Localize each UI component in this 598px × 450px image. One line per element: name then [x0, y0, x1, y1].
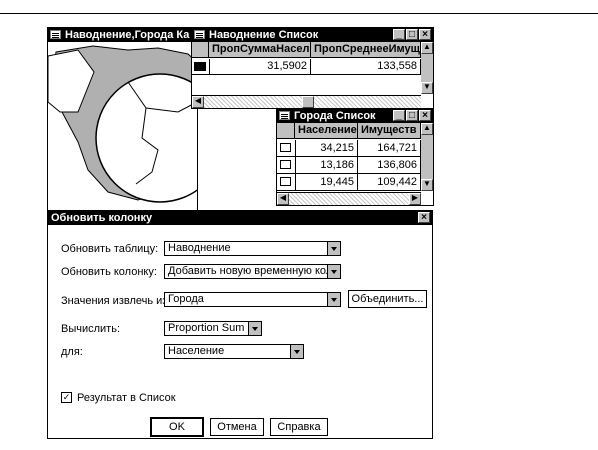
minimize-button[interactable]: _: [393, 29, 405, 40]
table-select[interactable]: Наводнение: [164, 241, 341, 256]
column-select-value: Добавить новую временную колонк: [168, 265, 341, 277]
chevron-down-icon[interactable]: [327, 265, 340, 278]
scroll-thumb[interactable]: [302, 96, 314, 108]
table-row[interactable]: 31,5902 133,558: [192, 59, 421, 75]
for-label: для:: [61, 346, 83, 358]
row-selector-active[interactable]: [194, 62, 206, 71]
vertical-scrollbar[interactable]: ▲ ▼: [421, 42, 433, 94]
flood-list-window[interactable]: Наводнение Список _ □ × ПропСуммаНасел П…: [191, 27, 434, 109]
maximize-button[interactable]: □: [406, 110, 418, 121]
vertical-scrollbar[interactable]: ▲ ▼: [421, 123, 433, 191]
source-select-value: Города: [168, 293, 204, 305]
table-cell: 34,215: [295, 140, 358, 156]
chevron-down-icon[interactable]: [327, 242, 340, 255]
dialog-titlebar[interactable]: Обновить колонку ×: [48, 211, 432, 225]
map-window-titlebar[interactable]: Наводнение,Города Ка: [48, 28, 197, 42]
row-selector-header: [192, 42, 209, 57]
result-checkbox-label[interactable]: Результат в Список: [77, 392, 176, 404]
for-select[interactable]: Население: [164, 344, 304, 359]
map-window-title: Наводнение,Города Ка: [65, 29, 190, 41]
row-selector[interactable]: [280, 143, 291, 152]
column-header[interactable]: Имуществ: [358, 123, 421, 138]
table-row[interactable]: 34,215 164,721: [277, 140, 421, 157]
table-cell: 109,442: [358, 174, 421, 190]
source-select[interactable]: Города: [164, 292, 341, 307]
table-select-value: Наводнение: [168, 242, 231, 254]
table-cell: 164,721: [358, 140, 421, 156]
cities-list-header: Население Имуществ: [277, 123, 421, 139]
source-label: Значения извлечь из:: [61, 295, 171, 307]
close-button[interactable]: ×: [419, 110, 431, 121]
column-label: Обновить колонку:: [61, 266, 157, 278]
join-button[interactable]: Объединить...: [348, 290, 427, 308]
row-selector[interactable]: [280, 160, 291, 169]
dialog-close-button[interactable]: ×: [418, 212, 430, 223]
cancel-button[interactable]: Отмена: [210, 418, 264, 436]
help-button[interactable]: Справка: [270, 418, 328, 436]
table-row[interactable]: 19,445 109,442: [277, 174, 421, 191]
cities-list-title: Города Список: [294, 110, 376, 122]
top-rule: [0, 13, 598, 14]
column-header[interactable]: ПропСреднееИмущес: [311, 42, 421, 57]
update-column-dialog[interactable]: Обновить колонку × Обновить таблицу: Нав…: [47, 210, 433, 439]
dialog-title: Обновить колонку: [51, 212, 153, 224]
column-header[interactable]: Население: [295, 123, 358, 138]
column-header[interactable]: ПропСуммаНасел: [209, 42, 311, 57]
scroll-up-button[interactable]: ▲: [421, 123, 433, 135]
scroll-up-button[interactable]: ▲: [421, 42, 433, 54]
map-window-icon: [50, 30, 61, 39]
flood-list-titlebar[interactable]: Наводнение Список _ □ ×: [192, 28, 433, 42]
calc-label: Вычислить:: [61, 323, 121, 335]
scroll-left-button[interactable]: ◀: [277, 193, 289, 205]
row-selector-header: [277, 123, 295, 138]
minimize-button[interactable]: _: [393, 110, 405, 121]
result-checkbox[interactable]: ✓: [61, 392, 72, 403]
table-label: Обновить таблицу:: [61, 243, 159, 255]
for-select-value: Население: [168, 345, 225, 357]
close-button[interactable]: ×: [419, 29, 431, 40]
table-cell: 31,5902: [209, 59, 311, 74]
calc-select-value: Proportion Sum: [168, 322, 245, 334]
table-row[interactable]: 13,186 136,806: [277, 157, 421, 174]
row-selector[interactable]: [280, 177, 291, 186]
map-window[interactable]: Наводнение,Города Ка: [47, 27, 198, 211]
flood-list-header: ПропСуммаНасел ПропСреднееИмущес: [192, 42, 421, 58]
flood-list-title: Наводнение Список: [209, 29, 319, 41]
horizontal-scrollbar[interactable]: ◀ ▶: [277, 192, 421, 205]
scroll-right-button[interactable]: ▶: [409, 193, 421, 205]
column-select[interactable]: Добавить новую временную колонк: [164, 264, 341, 279]
cities-list-titlebar[interactable]: Города Список _ □ ×: [277, 109, 433, 123]
chevron-down-icon[interactable]: [290, 345, 303, 358]
table-cell: 19,445: [295, 174, 358, 190]
chevron-down-icon[interactable]: [327, 293, 340, 306]
table-cell: 13,186: [295, 157, 358, 173]
scroll-down-button[interactable]: ▼: [421, 179, 433, 191]
scroll-left-button[interactable]: ◀: [192, 96, 204, 108]
calc-select[interactable]: Proportion Sum: [164, 321, 262, 336]
table-icon: [194, 30, 205, 39]
horizontal-scrollbar[interactable]: ◀: [192, 95, 421, 108]
table-icon: [279, 111, 290, 120]
scroll-down-button[interactable]: ▼: [421, 82, 433, 94]
cities-rows: 34,215 164,721 13,186 136,806 19,445 109…: [277, 140, 421, 191]
chevron-down-icon[interactable]: [248, 322, 261, 335]
ok-button[interactable]: OK: [150, 417, 204, 437]
cities-list-window[interactable]: Города Список _ □ × Население Имуществ 3…: [276, 108, 434, 206]
table-cell: 133,558: [311, 59, 421, 74]
table-cell: 136,806: [358, 157, 421, 173]
map-canvas[interactable]: [48, 42, 197, 210]
maximize-button[interactable]: □: [406, 29, 418, 40]
